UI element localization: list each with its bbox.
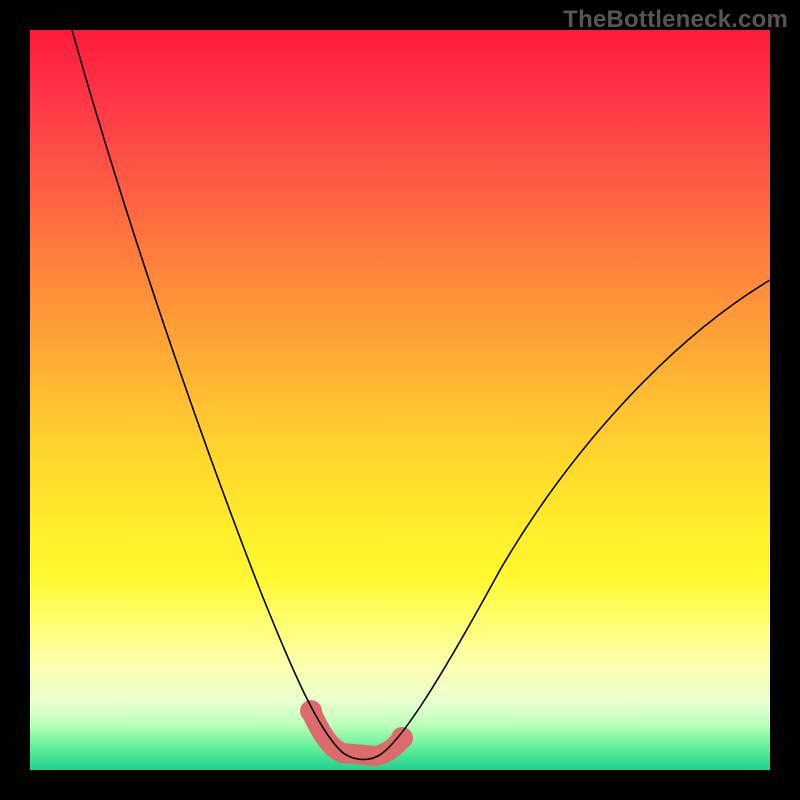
chart-svg [30, 30, 770, 770]
watermark-text: TheBottleneck.com [563, 6, 788, 34]
optimal-range-highlight [311, 711, 402, 756]
optimal-range-end-dot [391, 727, 413, 749]
optimal-range-start-dot [300, 700, 322, 722]
plot-area [30, 30, 770, 770]
chart-frame: TheBottleneck.com [0, 0, 800, 800]
bottleneck-curve [72, 30, 770, 759]
